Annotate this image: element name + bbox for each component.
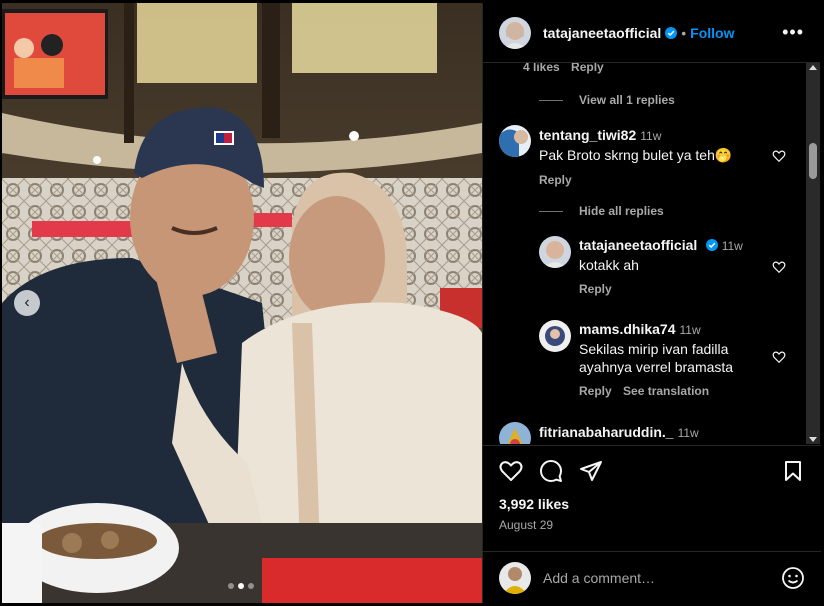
reply-username[interactable]: tatajaneetaofficial xyxy=(579,237,697,253)
hide-replies-label: Hide all replies xyxy=(579,204,664,218)
post-actions: 3,992 likes August 29 xyxy=(483,445,821,532)
post-modal: ‹ tatajaneetaofficial • Follow ••• 4 lik… xyxy=(2,3,821,603)
reply-avatar[interactable] xyxy=(539,236,571,268)
photo-illustration xyxy=(2,3,482,603)
share-paper-plane-icon[interactable] xyxy=(579,459,603,483)
post-author-username[interactable]: tatajaneetaofficial xyxy=(543,25,661,41)
add-comment-bar: Add a comment… xyxy=(483,551,821,603)
view-replies-button[interactable]: View all 1 replies xyxy=(539,93,675,107)
carousel-dot-active xyxy=(238,583,244,589)
more-options-icon[interactable]: ••• xyxy=(782,22,804,43)
header-separator: • xyxy=(681,24,687,41)
prev-comment-likes[interactable]: 4 likes xyxy=(523,63,560,74)
carousel-dot xyxy=(248,583,254,589)
reply-reply-button[interactable]: Reply xyxy=(579,282,612,296)
save-bookmark-icon[interactable] xyxy=(781,459,805,483)
verified-badge-icon xyxy=(705,239,718,251)
reply-text: Sekilas mirip ivan fadilla ayahnya verre… xyxy=(579,341,734,375)
commenter-avatar[interactable] xyxy=(499,422,531,444)
see-translation-button[interactable]: See translation xyxy=(623,384,709,398)
reply-header: tatajaneetaofficial 11w xyxy=(579,237,743,255)
carousel-prev-button[interactable]: ‹ xyxy=(14,290,40,316)
comment-item xyxy=(499,125,531,157)
reply-meta: Reply See translation xyxy=(579,384,709,398)
comment-item xyxy=(499,422,531,444)
view-replies-label: View all 1 replies xyxy=(579,93,675,107)
comment-header: fitrianabaharuddin._ 11w xyxy=(539,424,699,442)
commenter-avatar[interactable] xyxy=(499,125,531,157)
reply-time[interactable]: 11w xyxy=(680,323,701,337)
reply-item xyxy=(539,320,571,352)
prev-comment-reply-button[interactable]: Reply xyxy=(571,63,604,74)
post-sidebar: tatajaneetaofficial • Follow ••• 4 likes… xyxy=(482,3,821,603)
comments-scrollbar[interactable] xyxy=(806,63,820,444)
like-reply-heart-icon[interactable] xyxy=(772,260,786,274)
comment-bubble-icon[interactable] xyxy=(539,459,563,483)
hide-replies-button[interactable]: Hide all replies xyxy=(539,204,664,218)
reply-reply-button[interactable]: Reply xyxy=(579,384,612,398)
carousel-dot xyxy=(228,583,234,589)
reply-avatar[interactable] xyxy=(539,320,571,352)
post-date[interactable]: August 29 xyxy=(499,518,805,532)
likes-count[interactable]: 3,992 likes xyxy=(499,496,805,512)
comment-header: tentang_tiwi82 11w xyxy=(539,127,661,145)
scroll-down-arrow-icon[interactable] xyxy=(809,437,817,442)
post-photo[interactable]: ‹ xyxy=(2,3,482,603)
action-icons-row xyxy=(499,446,805,496)
reply-item xyxy=(539,236,571,268)
emoji-picker-icon[interactable] xyxy=(781,566,805,590)
comment-username[interactable]: fitrianabaharuddin._ xyxy=(539,424,674,440)
comment-time[interactable]: 11w xyxy=(678,426,699,440)
verified-badge-icon xyxy=(665,26,678,39)
post-header: tatajaneetaofficial • Follow ••• xyxy=(483,3,820,63)
comments-list[interactable]: 4 likes Reply View all 1 replies tentang… xyxy=(483,63,805,444)
reply-username[interactable]: mams.dhika74 xyxy=(579,321,676,337)
scrollbar-thumb[interactable] xyxy=(809,143,817,179)
like-reply-heart-icon[interactable] xyxy=(772,350,786,364)
current-user-avatar xyxy=(499,561,531,594)
scroll-up-arrow-icon[interactable] xyxy=(809,65,817,70)
like-heart-icon[interactable] xyxy=(499,459,523,483)
carousel-dots xyxy=(228,583,254,589)
add-comment-input[interactable]: Add a comment… xyxy=(543,570,781,586)
comment-username[interactable]: tentang_tiwi82 xyxy=(539,127,636,143)
like-comment-heart-icon[interactable] xyxy=(772,149,786,163)
follow-button[interactable]: Follow xyxy=(690,25,734,41)
reply-header: mams.dhika74 11w xyxy=(579,321,701,339)
comment-text: Pak Broto skrng bulet ya teh🤭 xyxy=(539,147,733,163)
reply-text: kotakk ah xyxy=(579,257,639,273)
comment-time[interactable]: 11w xyxy=(640,129,661,143)
comment-reply-button[interactable]: Reply xyxy=(539,173,572,187)
avatar[interactable] xyxy=(499,16,531,49)
replies-line xyxy=(539,210,563,212)
reply-time[interactable]: 11w xyxy=(722,239,743,253)
prev-comment-meta: 4 likes Reply xyxy=(523,63,604,74)
replies-line xyxy=(539,99,563,101)
